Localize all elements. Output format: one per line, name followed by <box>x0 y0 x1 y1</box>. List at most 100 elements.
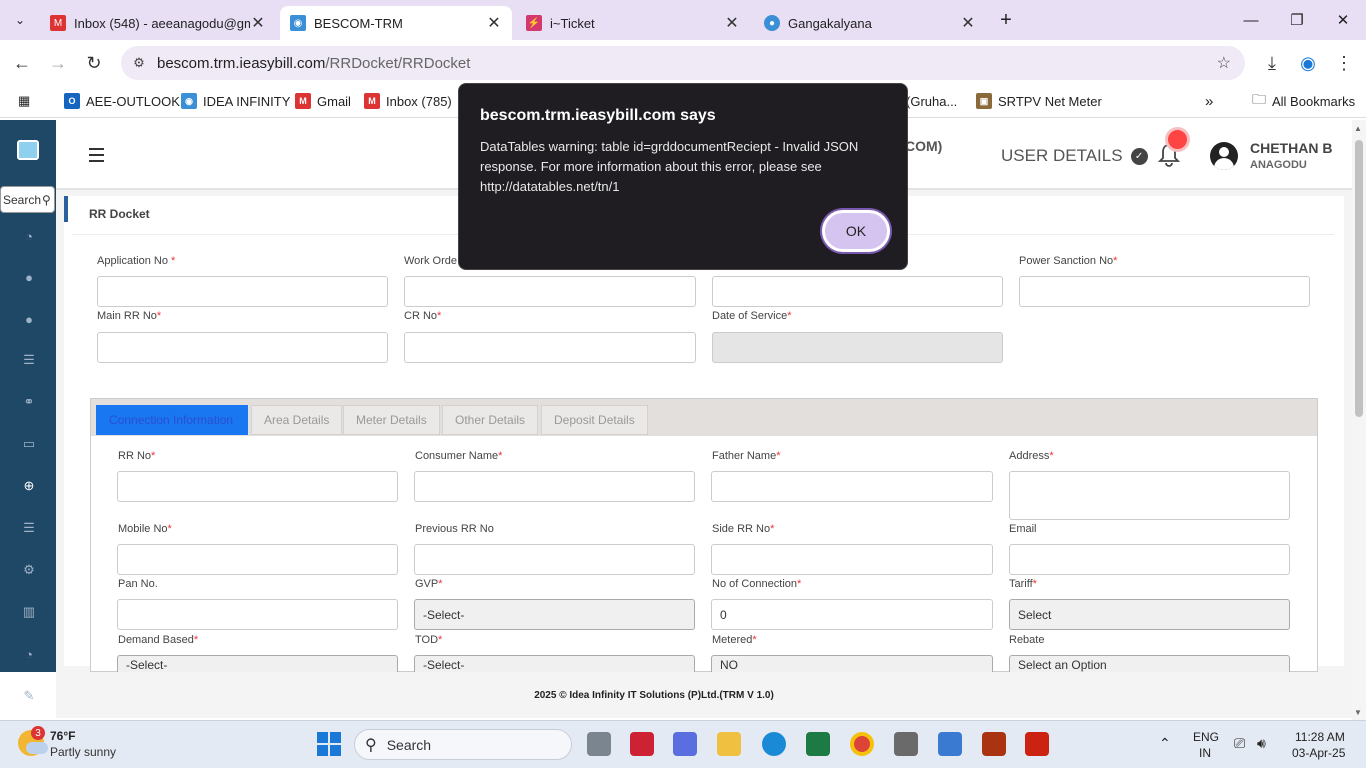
user-icon[interactable]: ● <box>20 311 38 327</box>
star-icon[interactable]: ☆ <box>1217 53 1231 73</box>
menu-dots-icon[interactable]: ⋮ <box>1332 52 1356 74</box>
list-icon[interactable]: ☰ <box>20 520 38 536</box>
calculator-icon[interactable] <box>938 732 962 756</box>
bookmark-gmail[interactable]: M Gmail <box>295 91 351 111</box>
hamburger-icon[interactable] <box>89 148 104 162</box>
pencil-icon[interactable]: ✎ <box>20 688 38 704</box>
tod-select[interactable]: -Select- <box>414 655 695 672</box>
tab-area-details[interactable]: Area Details <box>251 405 343 435</box>
father-name-input[interactable] <box>711 471 993 502</box>
demand-based-select[interactable]: -Select- <box>117 655 398 672</box>
lang-label[interactable]: ENG <box>1193 730 1219 744</box>
apps-grid-icon[interactable]: ▦ <box>18 91 30 111</box>
gauge-icon[interactable]: ◔ <box>20 646 38 662</box>
volume-icon[interactable]: 🔊︎ <box>1257 735 1266 752</box>
plus-circle-icon[interactable]: ⊕ <box>20 478 38 494</box>
bookmark-idea-infinity[interactable]: ◉ IDEA INFINITY <box>181 91 290 111</box>
chrome-icon[interactable] <box>850 732 874 756</box>
rebate-select[interactable]: Select an Option <box>1009 655 1290 672</box>
metered-label: Metered* <box>712 634 757 646</box>
bookmark-aee-outlook[interactable]: O AEE-OUTLOOK <box>64 91 180 111</box>
sitemap-icon[interactable]: ⚭ <box>20 394 38 410</box>
tab-meter-details[interactable]: Meter Details <box>343 405 440 435</box>
address-input[interactable] <box>1009 471 1290 520</box>
user-details-menu[interactable]: USER DETAILS ✓ <box>1001 146 1148 166</box>
antivirus-icon[interactable] <box>982 732 1006 756</box>
reload-icon[interactable]: ↻ <box>82 52 106 74</box>
tariff-select[interactable]: Select <box>1009 599 1290 630</box>
email-input[interactable] <box>1009 544 1290 575</box>
main-rr-no-input[interactable] <box>97 332 388 363</box>
region-label[interactable]: IN <box>1199 746 1211 760</box>
url-bar[interactable]: ⚙ bescom.trm.ieasybill.com/RRDocket/RRDo… <box>121 46 1245 80</box>
clock-date[interactable]: 03-Apr-25 <box>1292 746 1345 760</box>
windows-start-icon[interactable] <box>317 732 341 756</box>
close-window-icon[interactable]: ✕ <box>1320 0 1366 40</box>
excel-icon[interactable] <box>806 732 830 756</box>
tab-deposit-details[interactable]: Deposit Details <box>541 405 648 435</box>
tab-search-menu-icon[interactable]: ⌄ <box>0 0 40 40</box>
user-icon[interactable]: ● <box>20 269 38 285</box>
bookmark-srtpv[interactable]: ▣ SRTPV Net Meter <box>976 91 1102 111</box>
tab-iticket[interactable]: ⚡ i~Ticket ✕ <box>516 6 750 40</box>
task-view-icon[interactable] <box>587 732 611 756</box>
new-tab-icon[interactable]: + <box>990 0 1022 40</box>
bookmark-gruha[interactable]: (Gruha... <box>906 91 957 111</box>
close-icon[interactable]: ✕ <box>724 13 740 33</box>
restore-icon[interactable]: ❐ <box>1274 0 1320 40</box>
more-bookmarks-icon[interactable]: » <box>1205 91 1213 111</box>
list-icon[interactable]: ☰ <box>20 352 38 368</box>
bookmark-inbox[interactable]: M Inbox (785) <box>364 91 452 111</box>
file-explorer-icon[interactable] <box>717 732 741 756</box>
tab-bescom-trm[interactable]: ◉ BESCOM-TRM ✕ <box>280 6 512 40</box>
side-rr-no-input[interactable] <box>711 544 993 575</box>
consumer-name-input[interactable] <box>414 471 695 502</box>
no-of-connection-input[interactable]: 0 <box>711 599 993 630</box>
monitor-icon[interactable]: ▭ <box>20 436 38 452</box>
mobile-no-input[interactable] <box>117 544 398 575</box>
tab-other-details[interactable]: Other Details <box>442 405 539 435</box>
profile-icon[interactable]: ◉ <box>1296 52 1320 74</box>
tab-gmail[interactable]: M Inbox (548) - aeeanagodu@gm ✕ <box>40 6 276 40</box>
minimize-icon[interactable]: — <box>1228 0 1274 40</box>
site-info-icon[interactable]: ⚙ <box>121 55 157 71</box>
pan-no-input[interactable] <box>117 599 398 630</box>
avatar[interactable] <box>1210 142 1238 170</box>
cr-no-input[interactable] <box>404 332 696 363</box>
search-icon[interactable]: ⚲ <box>42 193 51 207</box>
edge-icon[interactable] <box>762 732 786 756</box>
page-scrollbar[interactable]: ▲ ▼ <box>1352 120 1366 720</box>
app-icon[interactable] <box>630 732 654 756</box>
hidden-field-input[interactable] <box>712 276 1003 307</box>
forward-icon[interactable]: → <box>46 52 70 74</box>
date-of-service-input[interactable] <box>712 332 1003 363</box>
copilot-icon[interactable] <box>673 732 697 756</box>
taskbar-search[interactable]: ⚲ Search <box>354 729 572 760</box>
ok-button[interactable]: OK <box>822 210 890 252</box>
acrobat-icon[interactable] <box>1025 732 1049 756</box>
gvp-select[interactable]: -Select- <box>414 599 695 630</box>
printer-icon[interactable] <box>894 732 918 756</box>
metered-select[interactable]: NO <box>711 655 993 672</box>
dashboard-icon[interactable]: ◔ <box>20 228 38 244</box>
work-order-input[interactable] <box>404 276 696 307</box>
close-icon[interactable]: ✕ <box>250 13 266 33</box>
power-sanction-input[interactable] <box>1019 276 1310 307</box>
close-icon[interactable]: ✕ <box>960 13 976 33</box>
app-logo[interactable] <box>17 140 39 160</box>
settings-icon[interactable]: ⚙ <box>20 562 38 578</box>
clock-time[interactable]: 11:28 AM <box>1295 730 1345 744</box>
bar-chart-icon[interactable]: ▥ <box>20 604 38 620</box>
download-icon[interactable]: ⤓ <box>1260 52 1284 74</box>
previous-rr-no-input[interactable] <box>414 544 695 575</box>
all-bookmarks[interactable]: 🗀 All Bookmarks <box>1252 91 1355 111</box>
tab-gangakalyana[interactable]: ● Gangakalyana ✕ <box>754 6 986 40</box>
application-no-input[interactable] <box>97 276 388 307</box>
rr-no-input[interactable] <box>117 471 398 502</box>
tab-connection-information[interactable]: Connection Information <box>96 405 248 435</box>
sidebar-search[interactable]: Search ⚲ <box>0 186 55 213</box>
back-icon[interactable]: ← <box>10 52 34 74</box>
close-icon[interactable]: ✕ <box>486 13 502 33</box>
network-icon[interactable]: ⎚ <box>1234 735 1245 752</box>
chevron-up-icon[interactable]: ⌃ <box>1159 735 1171 752</box>
